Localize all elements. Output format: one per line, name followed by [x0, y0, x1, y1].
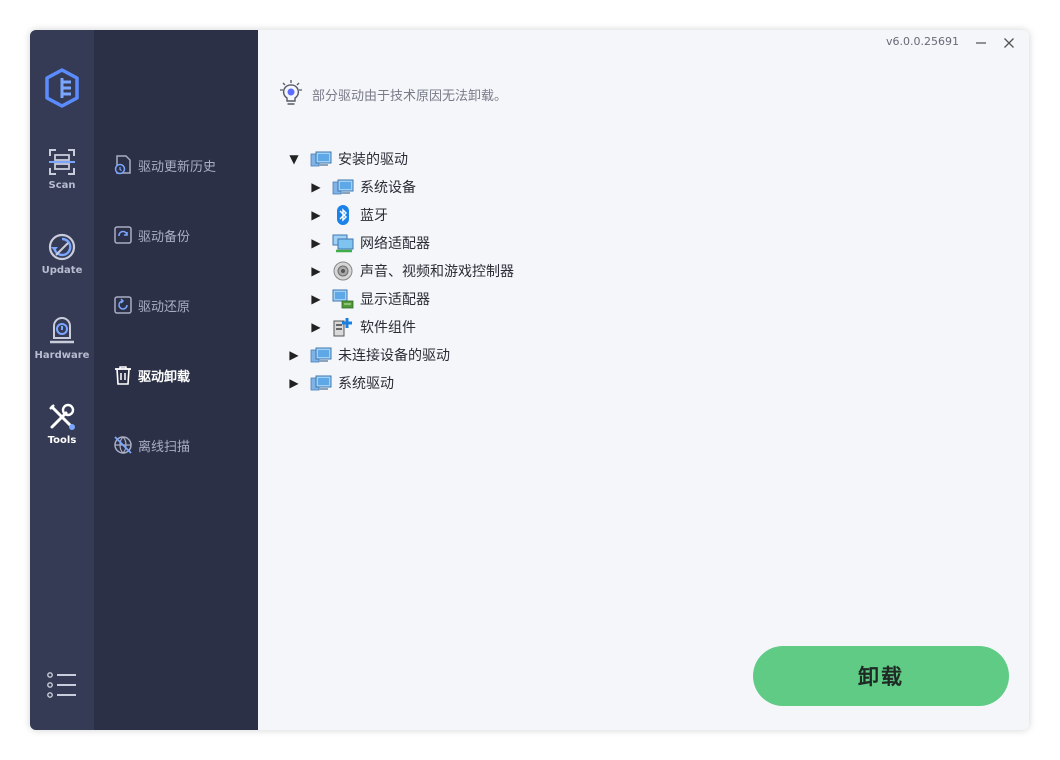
submenu-item-label: 离线扫描 [138, 439, 191, 455]
uninstall-button[interactable]: 卸载 [753, 646, 1009, 706]
app-logo-icon [45, 68, 79, 108]
collapse-arrow-icon[interactable]: ▶ [308, 320, 324, 334]
nav-rail: Scan Update Hardware Tools [30, 30, 94, 730]
trash-icon [115, 366, 131, 385]
display-adapter-icon [332, 289, 354, 309]
tree-node-system-devices[interactable]: ▶ 系统设备 [308, 174, 416, 200]
tree-node-disconnected-drivers[interactable]: ▶ 未连接设备的驱动 [286, 342, 450, 368]
system-devices-icon [332, 179, 354, 195]
submenu-item-backup[interactable]: 驱动备份 [112, 223, 190, 247]
app-window: Scan Update Hardware Tools 驱动更新历史 驱动备份 驱… [30, 30, 1029, 730]
software-component-icon [333, 318, 352, 337]
rail-item-label: Tools [47, 435, 77, 446]
update-icon [48, 233, 76, 261]
rail-item-label: Hardware [34, 350, 90, 361]
collapse-arrow-icon[interactable]: ▶ [308, 264, 324, 278]
version-label: v6.0.0.25691 [886, 35, 959, 48]
collapse-arrow-icon[interactable]: ▶ [286, 348, 302, 362]
tools-submenu: 驱动更新历史 驱动备份 驱动还原 驱动卸载 离线扫描 [94, 30, 258, 730]
speaker-icon [333, 261, 353, 281]
tree-node-label: 蓝牙 [360, 208, 388, 224]
submenu-item-restore[interactable]: 驱动还原 [112, 293, 190, 317]
collapse-arrow-icon[interactable]: ▶ [308, 236, 324, 250]
collapse-arrow-icon[interactable]: ▶ [308, 208, 324, 222]
tree-node-label: 系统设备 [360, 180, 416, 196]
collapse-arrow-icon[interactable]: ▶ [308, 180, 324, 194]
tree-node-sound-video-game[interactable]: ▶ 声音、视频和游戏控制器 [308, 258, 514, 284]
tree-node-label: 声音、视频和游戏控制器 [360, 264, 514, 280]
bluetooth-icon [337, 205, 349, 225]
tree-node-label: 安装的驱动 [338, 152, 408, 168]
rail-item-tools[interactable]: Tools [30, 401, 94, 471]
tree-node-label: 未连接设备的驱动 [338, 348, 450, 364]
minimize-icon [976, 42, 986, 44]
scan-icon [49, 149, 75, 175]
tree-node-software-components[interactable]: ▶ 软件组件 [308, 314, 416, 340]
network-adapter-icon [332, 234, 354, 253]
submenu-item-label: 驱动备份 [138, 229, 191, 245]
computer-folder-icon [310, 151, 332, 167]
hardware-icon [50, 317, 74, 344]
tools-icon [49, 403, 75, 430]
close-button[interactable] [997, 32, 1021, 54]
submenu-item-offline-scan[interactable]: 离线扫描 [112, 433, 190, 457]
notice-text: 部分驱动由于技术原因无法卸载。 [312, 88, 508, 104]
collapse-arrow-icon[interactable]: ▶ [308, 292, 324, 306]
backup-icon [114, 226, 132, 244]
rail-item-update[interactable]: Update [30, 231, 94, 301]
rail-item-label: Scan [48, 180, 76, 191]
computer-folder-icon [310, 347, 332, 363]
rail-item-label: Update [41, 265, 83, 276]
tree-node-installed-drivers[interactable]: ▼ 安装的驱动 [286, 146, 408, 172]
lightbulb-icon [280, 80, 302, 105]
minimize-button[interactable] [969, 32, 993, 54]
submenu-item-update-history[interactable]: 驱动更新历史 [112, 153, 216, 177]
tree-node-label: 显示适配器 [360, 292, 430, 308]
tree-node-label: 系统驱动 [338, 376, 394, 392]
submenu-item-label: 驱动更新历史 [138, 159, 217, 175]
uninstall-notice: 部分驱动由于技术原因无法卸载。 [278, 80, 507, 108]
close-icon [1004, 38, 1014, 48]
collapse-arrow-icon[interactable]: ▶ [286, 376, 302, 390]
computer-folder-icon [310, 375, 332, 391]
tree-node-bluetooth[interactable]: ▶ 蓝牙 [308, 202, 388, 228]
submenu-item-uninstall[interactable]: 驱动卸载 [112, 363, 190, 387]
history-doc-icon [114, 155, 131, 175]
rail-item-hardware[interactable]: Hardware [30, 316, 94, 386]
tree-node-system-drivers[interactable]: ▶ 系统驱动 [286, 370, 394, 396]
rail-item-scan[interactable]: Scan [30, 146, 94, 216]
tree-node-label: 软件组件 [360, 320, 416, 336]
tree-node-label: 网络适配器 [360, 236, 430, 252]
tree-node-network-adapters[interactable]: ▶ 网络适配器 [308, 230, 430, 256]
restore-icon [114, 296, 132, 314]
menu-list-icon[interactable] [46, 670, 78, 700]
tree-node-display-adapters[interactable]: ▶ 显示适配器 [308, 286, 430, 312]
expand-arrow-icon[interactable]: ▼ [286, 152, 302, 166]
main-panel: v6.0.0.25691 部分驱动由于技术原因无法卸载。 ▼ 安装的驱动 ▶ 系… [258, 30, 1029, 730]
submenu-item-label: 驱动还原 [138, 299, 191, 315]
offline-globe-icon [114, 436, 132, 454]
submenu-item-label: 驱动卸载 [138, 369, 191, 385]
